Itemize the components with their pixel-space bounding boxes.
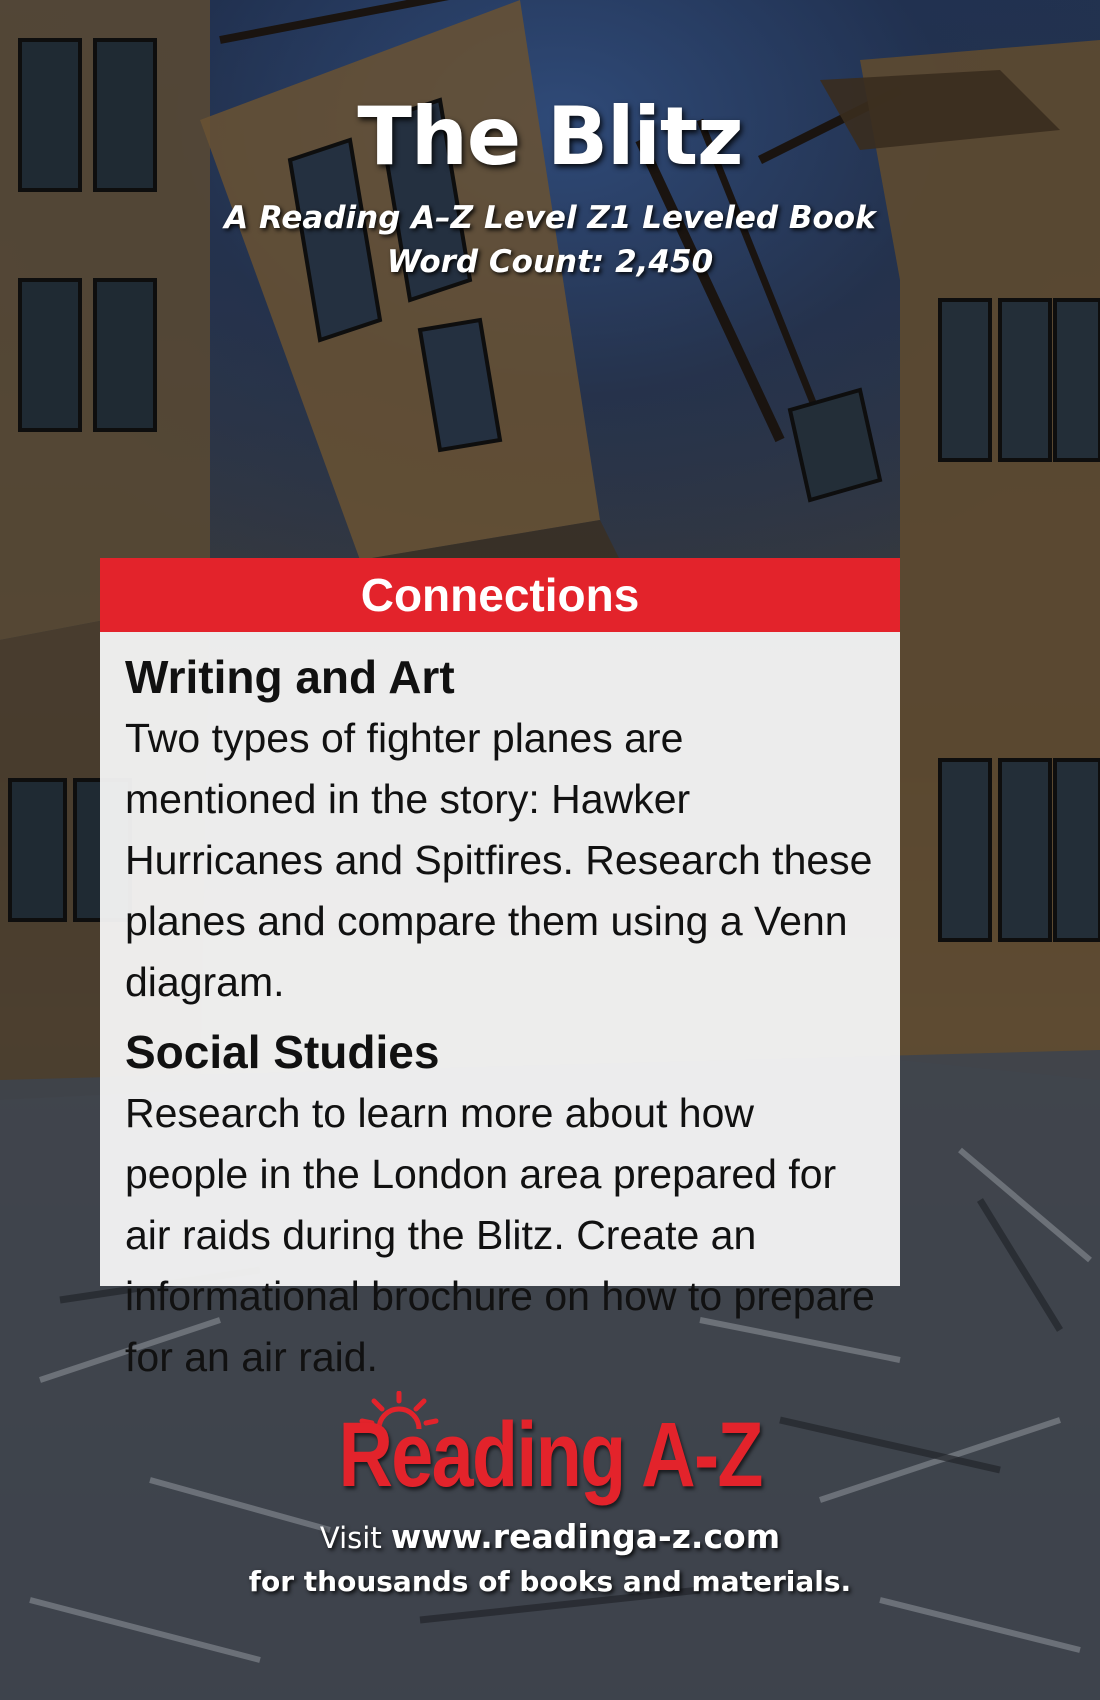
logo-text: Reading A-Z	[338, 1404, 763, 1506]
reading-az-logo: Reading A-Z	[292, 1391, 808, 1515]
website-link[interactable]: www.readinga-z.com	[391, 1517, 780, 1556]
section-heading-social-studies: Social Studies	[125, 1026, 440, 1078]
book-subtitle: A Reading A–Z Level Z1 Leveled Book	[224, 200, 876, 236]
book-title: The Blitz	[357, 90, 743, 183]
section-text-writing-art: Two types of fighter planes are mentione…	[125, 715, 873, 1005]
book-back-cover: The Blitz A Reading A–Z Level Z1 Leveled…	[0, 0, 1100, 1700]
title-block: The Blitz A Reading A–Z Level Z1 Leveled…	[0, 92, 1100, 284]
section-heading-writing-art: Writing and Art	[125, 651, 455, 703]
tagline: for thousands of books and materials.	[248, 1565, 852, 1598]
connections-card: Connections Writing and Art Two types of…	[100, 558, 900, 1380]
connections-header: Connections	[100, 558, 900, 632]
connections-body: Writing and Art Two types of fighter pla…	[100, 632, 900, 1388]
visit-prefix: Visit	[319, 1521, 382, 1555]
visit-line: Visit www.readinga-z.com	[0, 1515, 1100, 1560]
brand-block: Reading A-Z Visit www.readinga-z.com for…	[0, 1391, 1100, 1604]
word-count: Word Count: 2,450	[386, 244, 714, 280]
section-text-social-studies: Research to learn more about how people …	[125, 1090, 875, 1380]
